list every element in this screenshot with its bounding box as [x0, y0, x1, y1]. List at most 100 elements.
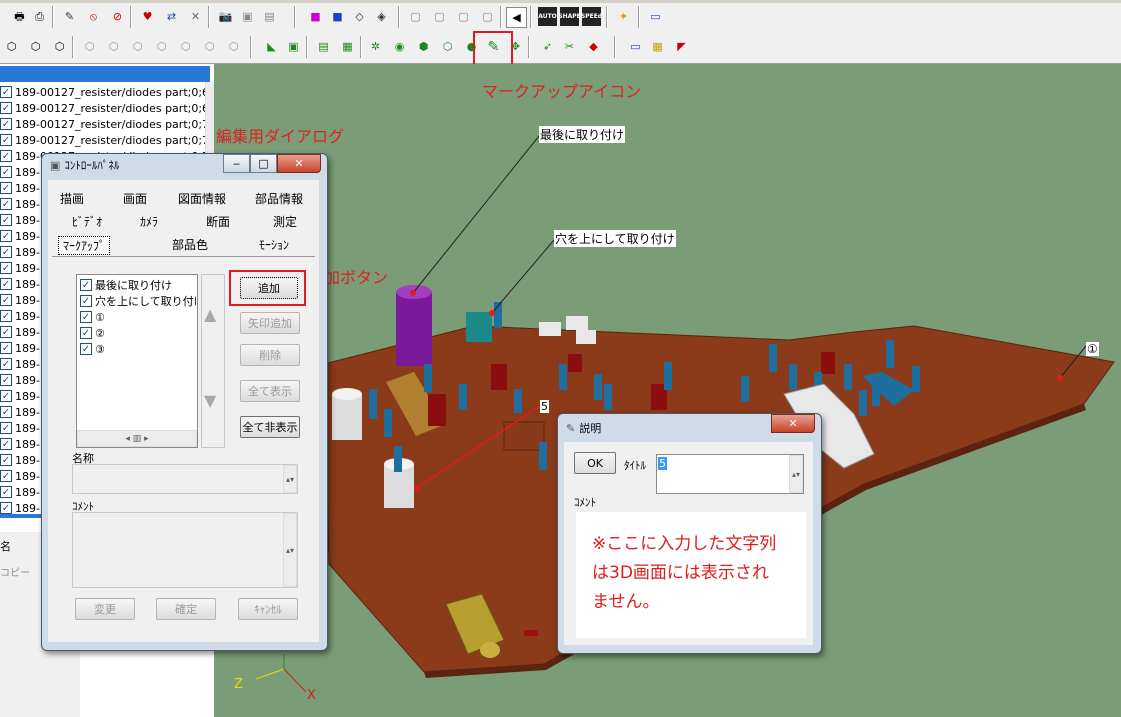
title-scrollbar[interactable]: ▴▾	[789, 455, 803, 493]
checkbox[interactable]: ✓	[0, 326, 12, 338]
list-item[interactable]: ✓ 189-	[0, 452, 40, 468]
list-item[interactable]: ✓ 189-	[0, 356, 40, 372]
list-item[interactable]: ✓ 189-	[0, 228, 40, 244]
markup-list-item[interactable]: ✓ ①	[80, 309, 105, 325]
list-item[interactable]: ✓ 189-	[0, 212, 40, 228]
cube-green-icon[interactable]: ⬡	[438, 37, 457, 56]
gray-cube-icon[interactable]: ⬡	[200, 37, 219, 56]
print-icon[interactable]: 🖶	[10, 7, 29, 26]
gray-cube-icon[interactable]: ⬡	[176, 37, 195, 56]
checkbox[interactable]: ✓	[0, 438, 12, 450]
tab-video[interactable]: ﾋﾞﾃﾞｵ	[72, 213, 102, 230]
star-icon[interactable]: ✦	[614, 7, 633, 26]
maximize-button[interactable]: □	[250, 154, 277, 173]
gray-cube-icon[interactable]: ⬡	[152, 37, 171, 56]
screen2-icon[interactable]: ▦	[648, 37, 667, 56]
auto-icon[interactable]: AUTO	[538, 7, 557, 26]
measure-icon[interactable]: ◣	[262, 37, 281, 56]
minimize-button[interactable]: ‒	[223, 154, 250, 173]
frame2-icon[interactable]: ▤	[260, 7, 279, 26]
list-item[interactable]: ✓ 189-	[0, 436, 40, 452]
list-item[interactable]: ✓ 189-	[0, 308, 40, 324]
close-button[interactable]: ✕	[277, 154, 321, 173]
list-item[interactable]: ✓ 189-	[0, 484, 40, 500]
checkbox[interactable]: ✓	[0, 214, 12, 226]
list-item[interactable]: ✓ 189-	[0, 388, 40, 404]
swap-icon[interactable]: ⇄	[162, 7, 181, 26]
checkbox[interactable]: ✓	[0, 390, 12, 402]
list-item[interactable]: ✓ 189-	[0, 292, 40, 308]
checkbox[interactable]: ✓	[0, 294, 12, 306]
tab-part-color[interactable]: 部品色	[172, 236, 208, 253]
box4-icon[interactable]: ▢	[478, 7, 497, 26]
checkbox[interactable]: ✓	[80, 311, 92, 323]
list-item[interactable]: ✓ 189-	[0, 468, 40, 484]
markup-list-item[interactable]: ✓ 最後に取り付け	[80, 277, 172, 293]
close-x-icon[interactable]: ✕	[186, 7, 205, 26]
list-item[interactable]: ✓ 189-	[0, 260, 40, 276]
explain-titlebar[interactable]: ✎ 説明	[566, 420, 601, 436]
tab-camera[interactable]: ｶﾒﾗ	[140, 213, 158, 230]
delete-button[interactable]: 削除	[240, 344, 300, 366]
list-item[interactable]: ✓ 189-	[0, 372, 40, 388]
checkbox[interactable]: ✓	[0, 278, 12, 290]
checkbox[interactable]: ✓	[80, 327, 92, 339]
checkbox[interactable]: ✓	[0, 246, 12, 258]
control-panel-titlebar[interactable]: ▣ ｺﾝﾄﾛｰﾙﾊﾟﾈﾙ	[50, 157, 119, 173]
box2-icon[interactable]: ▢	[430, 7, 449, 26]
checkbox[interactable]: ✓	[0, 262, 12, 274]
horizontal-scrollbar[interactable]: ◂ ▥ ▸	[77, 430, 197, 447]
move-down-icon[interactable]: ▼	[204, 391, 216, 410]
window-icon[interactable]: ▭	[646, 7, 665, 26]
shaded-cube-icon[interactable]: ■	[306, 7, 325, 26]
person-icon[interactable]: ✲	[366, 37, 385, 56]
checkbox[interactable]: ✓	[0, 134, 12, 146]
wire-cube-icon[interactable]: ◇	[350, 7, 369, 26]
no-pen-icon[interactable]: ⦸	[84, 7, 103, 26]
list-item[interactable]: ✓ 189-	[0, 276, 40, 292]
checkbox[interactable]: ✓	[0, 454, 12, 466]
checkbox[interactable]: ✓	[80, 295, 92, 307]
list-item[interactable]: ✓ 189-00127_resister/diodes part;0;6	[0, 100, 209, 116]
markup-label[interactable]: 最後に取り付け	[539, 126, 626, 143]
move-up-icon[interactable]: ▲	[204, 305, 216, 324]
copy-button[interactable]: コピー	[0, 564, 30, 579]
change-button[interactable]: 変更	[75, 598, 135, 620]
tab-measure[interactable]: 測定	[273, 213, 297, 230]
camera-icon[interactable]: 📷	[216, 7, 235, 26]
tab-part-info[interactable]: 部品情報	[255, 190, 303, 207]
title-field[interactable]: 5 ▴▾	[656, 454, 804, 494]
checkbox[interactable]: ✓	[0, 118, 12, 130]
comment-scrollbar[interactable]: ▴▾	[283, 513, 297, 587]
gray-cube-icon[interactable]: ⬡	[80, 37, 99, 56]
cube-a-icon[interactable]: ⬡	[2, 37, 21, 56]
list-item[interactable]: ✓ 189-	[0, 340, 40, 356]
tab-drawing-info[interactable]: 図面情報	[178, 190, 226, 207]
bottom-tab[interactable]: 名	[0, 538, 11, 554]
checkbox[interactable]: ✓	[0, 470, 12, 482]
shape-green-icon[interactable]: ⬢	[414, 37, 433, 56]
comment-field[interactable]: ※ここに入力した文字列 は3D画面には表示され ません。	[576, 512, 806, 638]
checkbox[interactable]: ✓	[0, 86, 12, 98]
shape-icon[interactable]: SHAPE	[558, 7, 581, 26]
checkbox[interactable]: ✓	[0, 422, 12, 434]
color-icon[interactable]: ◆	[584, 37, 603, 56]
hidden-cube-icon[interactable]: ◈	[372, 7, 391, 26]
camera-green-icon[interactable]: ◉	[390, 37, 409, 56]
checkbox[interactable]: ✓	[80, 343, 92, 355]
heart-icon[interactable]: ♥	[138, 7, 157, 26]
list-item[interactable]: ✓ 189-00127_resister/diodes part;0;6	[0, 84, 209, 100]
list-item[interactable]: ✓ 189-	[0, 244, 40, 260]
print-setup-icon[interactable]: ⎙	[30, 7, 49, 26]
panel-icon[interactable]: ▤	[314, 37, 333, 56]
markup-label[interactable]: 穴を上にして取り付け	[554, 230, 676, 247]
tab-markup[interactable]: ﾏｰｸｱｯﾌﾟ	[58, 236, 111, 255]
confirm-button[interactable]: 確定	[156, 598, 216, 620]
markup-list[interactable]: ✓ 最後に取り付け ✓ 穴を上にして取り付け ✓ ① ✓ ② ✓ ③ ◂ ▥ ▸	[76, 274, 198, 448]
arrow-icon[interactable]: ➶	[538, 37, 557, 56]
markup-list-item[interactable]: ✓ 穴を上にして取り付け	[80, 293, 196, 309]
close-button[interactable]: ✕	[771, 414, 815, 433]
checkbox[interactable]: ✓	[0, 502, 12, 514]
speed-icon[interactable]: SPEEd	[581, 7, 602, 26]
box3-icon[interactable]: ▢	[454, 7, 473, 26]
